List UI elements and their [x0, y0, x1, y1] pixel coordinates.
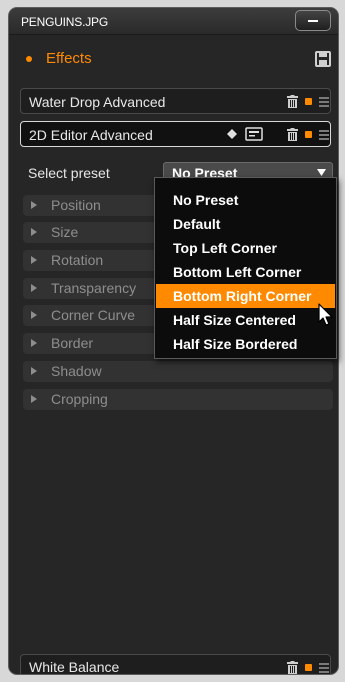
active-indicator-icon[interactable]	[305, 664, 312, 671]
effect-row-2d-editor[interactable]: 2D Editor Advanced	[20, 121, 331, 147]
preset-option-label: Default	[173, 216, 221, 232]
expand-triangle-icon	[31, 367, 37, 375]
expand-triangle-icon	[31, 201, 37, 209]
preset-option[interactable]: Half Size Bordered	[156, 332, 335, 356]
section-label: Rotation	[51, 252, 104, 268]
effect-row-white-balance[interactable]: White Balance	[20, 654, 331, 675]
expand-triangle-icon	[31, 284, 37, 292]
preset-option[interactable]: Top Left Corner	[156, 236, 335, 260]
preset-option-highlighted[interactable]: Bottom Right Corner	[156, 284, 335, 308]
expand-triangle-icon	[31, 256, 37, 264]
dropdown-arrow-icon	[317, 169, 326, 176]
preset-option-label: No Preset	[173, 192, 239, 208]
expand-triangle-icon	[31, 311, 37, 319]
preset-dropdown-list: No Preset Default Top Left Corner Bottom…	[154, 177, 337, 359]
preset-option[interactable]: Half Size Centered	[156, 308, 335, 332]
bullet-icon	[26, 56, 32, 62]
file-title: PENGUINS.JPG	[21, 15, 108, 29]
preset-option[interactable]: Bottom Left Corner	[156, 260, 335, 284]
section-cropping[interactable]: Cropping	[23, 389, 333, 410]
section-label: Border	[51, 335, 94, 351]
expand-triangle-icon	[31, 228, 37, 236]
effects-header: Effects	[9, 50, 338, 68]
keyframe-icon[interactable]	[227, 129, 237, 139]
preset-option[interactable]: No Preset	[156, 188, 335, 212]
expand-triangle-icon	[31, 395, 37, 403]
preset-option-label: Bottom Right Corner	[173, 288, 312, 304]
menu-icon[interactable]	[319, 663, 329, 674]
effect-label: White Balance	[29, 659, 120, 675]
preset-option-label: Top Left Corner	[173, 240, 277, 256]
effect-label: Water Drop Advanced	[29, 94, 166, 110]
active-indicator-icon[interactable]	[305, 98, 312, 105]
select-preset-label: Select preset	[28, 165, 110, 181]
section-label: Position	[51, 197, 101, 213]
trash-icon[interactable]	[287, 95, 298, 108]
effect-row-water-drop[interactable]: Water Drop Advanced	[20, 88, 331, 114]
minimize-button[interactable]	[295, 10, 331, 31]
preset-option-label: Half Size Centered	[173, 312, 296, 328]
menu-icon[interactable]	[319, 130, 329, 142]
effect-label: 2D Editor Advanced	[29, 127, 153, 143]
trash-icon[interactable]	[287, 128, 298, 141]
monitor-icon[interactable]	[245, 127, 263, 141]
save-icon[interactable]	[315, 51, 331, 67]
section-shadow[interactable]: Shadow	[23, 361, 333, 382]
section-label: Cropping	[51, 391, 108, 407]
section-label: Corner Curve	[51, 307, 136, 323]
expand-triangle-icon	[31, 339, 37, 347]
effects-title: Effects	[46, 50, 92, 67]
section-label: Transparency	[51, 280, 137, 296]
panel-titlebar: PENGUINS.JPG	[9, 8, 338, 35]
preset-option[interactable]: Default	[156, 212, 335, 236]
minimize-icon	[308, 20, 318, 22]
trash-icon[interactable]	[287, 661, 298, 674]
preset-option-label: Half Size Bordered	[173, 336, 298, 352]
menu-icon[interactable]	[319, 97, 329, 109]
active-indicator-icon[interactable]	[305, 131, 312, 138]
mouse-cursor-icon	[318, 303, 333, 326]
preset-option-label: Bottom Left Corner	[173, 264, 302, 280]
section-label: Shadow	[51, 363, 102, 379]
section-label: Size	[51, 224, 79, 240]
